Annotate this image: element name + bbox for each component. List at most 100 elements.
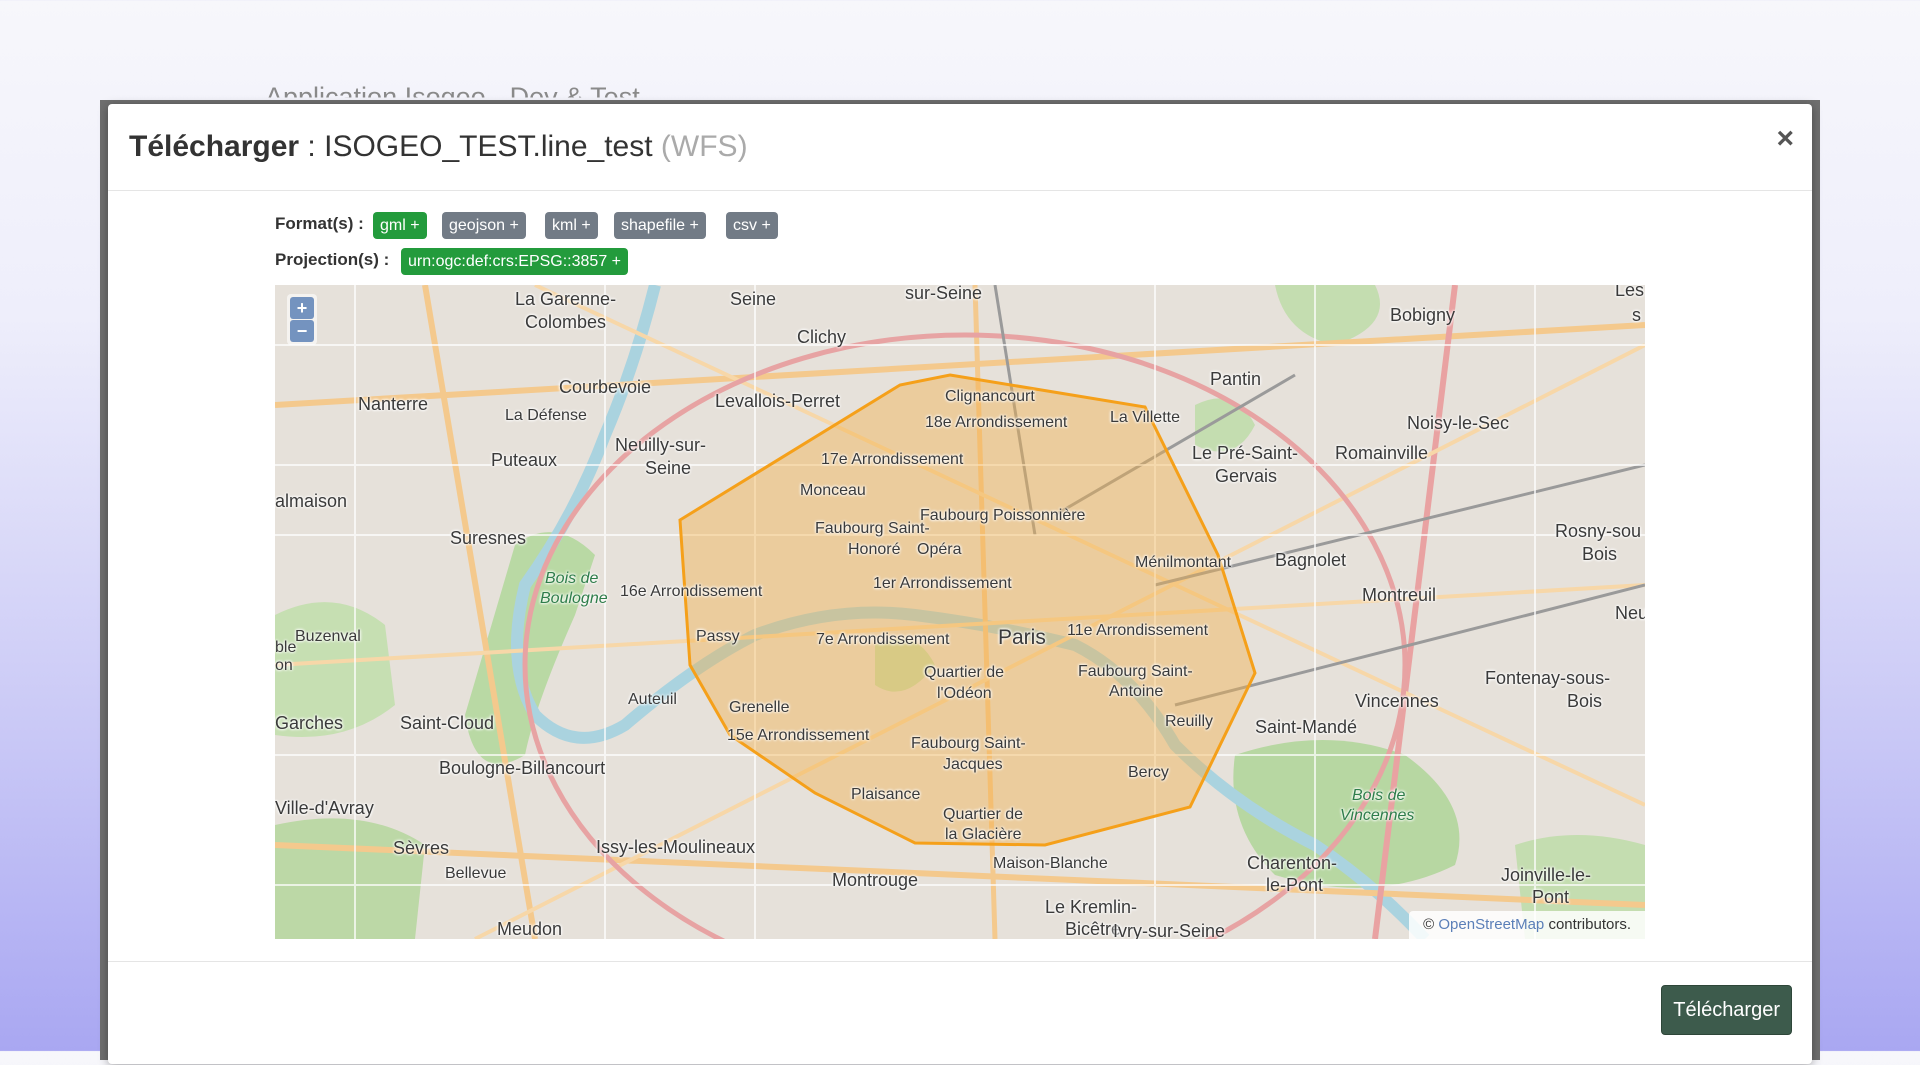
map-label: Ville-d'Avray bbox=[275, 798, 374, 818]
map-label: La Villette bbox=[1110, 409, 1180, 426]
zoom-out-button[interactable]: − bbox=[290, 320, 314, 342]
map-label: Issy-les-Moulineaux bbox=[596, 837, 756, 857]
map-label: Bois de bbox=[545, 570, 599, 587]
map-label: Nanterre bbox=[358, 394, 429, 414]
map-label: Ménilmontant bbox=[1135, 554, 1232, 571]
map-label: on bbox=[275, 657, 293, 674]
map-label: Montreuil bbox=[1362, 585, 1437, 605]
map-label: Faubourg Saint- bbox=[1078, 663, 1193, 680]
format-geojson-tag[interactable]: geojson + bbox=[442, 212, 526, 239]
projections-label: Projection(s) : bbox=[275, 250, 390, 269]
modal-title: Télécharger : ISOGEO_TEST.line_test (WFS… bbox=[129, 130, 748, 164]
modal-header: Télécharger : ISOGEO_TEST.line_test (WFS… bbox=[108, 104, 1812, 191]
download-button[interactable]: Télécharger bbox=[1661, 985, 1792, 1035]
format-shapefile-tag[interactable]: shapefile + bbox=[614, 212, 706, 239]
map-label: Vincennes bbox=[1355, 691, 1439, 711]
map-label: Auteuil bbox=[628, 691, 677, 708]
map-label: Bercy bbox=[1128, 764, 1169, 781]
format-gml-tag[interactable]: gml + bbox=[373, 212, 427, 239]
map-label: Le Pré-Saint- bbox=[1192, 443, 1299, 463]
map-label: Paris bbox=[998, 626, 1046, 649]
service-type: (WFS) bbox=[660, 130, 748, 163]
map-label: Sèvres bbox=[393, 838, 450, 858]
map-label: Vincennes bbox=[1340, 807, 1415, 824]
map-label: Clichy bbox=[797, 327, 847, 347]
map-label: Saint-Mandé bbox=[1255, 717, 1358, 737]
format-kml-tag[interactable]: kml + bbox=[545, 212, 598, 239]
map-label: Gervais bbox=[1215, 466, 1278, 486]
map-label: Puteaux bbox=[491, 450, 558, 470]
map-label: Neuilly-sur- bbox=[615, 435, 707, 455]
map-label: Rosny-sou bbox=[1555, 521, 1642, 541]
map-label: la Glacière bbox=[945, 826, 1022, 843]
map-label: Joinville-le- bbox=[1501, 865, 1592, 885]
map-label: Romainville bbox=[1335, 443, 1429, 463]
map-label: 15e Arrondissement bbox=[727, 727, 870, 744]
map-label: sur-Seine bbox=[905, 285, 983, 303]
map-label: 11e Arrondissement bbox=[1067, 622, 1209, 639]
attribution-copyright: © bbox=[1423, 916, 1435, 933]
openstreetmap-link[interactable]: OpenStreetMap bbox=[1438, 916, 1544, 933]
map-label: Pantin bbox=[1210, 369, 1262, 389]
map-label: Noisy-le-Sec bbox=[1407, 413, 1510, 433]
map-label: Ivry-sur-Seine bbox=[1113, 921, 1226, 939]
map-label: Honoré bbox=[848, 541, 901, 558]
map-label: Bois bbox=[1567, 691, 1603, 711]
map-label: Quartier de bbox=[943, 806, 1024, 823]
map-label: Seine bbox=[645, 458, 692, 478]
map-label: Pont bbox=[1532, 887, 1570, 907]
map-label: Meudon bbox=[497, 919, 563, 939]
map-label: Saint-Cloud bbox=[400, 713, 495, 733]
map-label: Buzenval bbox=[295, 628, 361, 645]
formats-label: Format(s) : bbox=[275, 214, 364, 233]
map-label: Bagnolet bbox=[1275, 550, 1347, 570]
modal-title-label: Télécharger bbox=[129, 130, 300, 163]
map-label: Les bbox=[1615, 285, 1645, 300]
attribution-suffix: contributors. bbox=[1548, 916, 1631, 933]
map-label: Passy bbox=[696, 628, 740, 645]
map-label: Bobigny bbox=[1390, 305, 1456, 325]
map-label: le-Pont bbox=[1266, 875, 1324, 895]
map-viewport[interactable]: + − sur-Seine La Garenne- Colombes Seine… bbox=[275, 285, 1645, 939]
map-label: l'Odéon bbox=[937, 685, 992, 702]
map-label: Reuilly bbox=[1165, 713, 1214, 730]
map-label: La Garenne- bbox=[515, 289, 617, 309]
map-label: Plaisance bbox=[851, 786, 921, 803]
map-label: Levallois-Perret bbox=[715, 391, 841, 411]
map-label: Grenelle bbox=[729, 699, 790, 716]
format-csv-tag[interactable]: csv + bbox=[726, 212, 778, 239]
map-label: 1er Arrondissement bbox=[873, 575, 1012, 592]
map-label: Jacques bbox=[943, 756, 1003, 773]
map-label: Bois bbox=[1582, 544, 1618, 564]
map-label: Seine bbox=[730, 289, 777, 309]
map-label: Montrouge bbox=[832, 870, 919, 890]
map-label: Quartier de bbox=[924, 664, 1005, 681]
map-label: Colombes bbox=[525, 312, 607, 332]
map-label: Bellevue bbox=[445, 865, 507, 882]
map-label: Boulogne bbox=[540, 590, 608, 607]
map-label: Antoine bbox=[1109, 683, 1164, 700]
map-label: Faubourg Poissonnière bbox=[920, 507, 1086, 524]
map-label: Garches bbox=[275, 713, 344, 733]
map-label: Maison-Blanche bbox=[993, 855, 1108, 872]
dataset-name: ISOGEO_TEST.line_test bbox=[324, 130, 653, 163]
map-label: 17e Arrondissement bbox=[821, 451, 964, 468]
map-label: Monceau bbox=[800, 482, 866, 499]
map-label: Faubourg Saint- bbox=[815, 520, 930, 537]
download-modal: Télécharger : ISOGEO_TEST.line_test (WFS… bbox=[108, 104, 1812, 1064]
close-button[interactable]: × bbox=[1776, 124, 1794, 154]
map-label: Charenton- bbox=[1247, 853, 1338, 873]
zoom-in-button[interactable]: + bbox=[290, 297, 314, 319]
map-label: Clignancourt bbox=[945, 388, 1035, 405]
map-label: Bois de bbox=[1352, 787, 1406, 804]
map-label: Fontenay-sous- bbox=[1485, 668, 1611, 688]
map-label: Opéra bbox=[917, 541, 962, 558]
modal-footer: Télécharger bbox=[108, 961, 1812, 1065]
map-label: almaison bbox=[275, 491, 348, 511]
map-label: Courbevoie bbox=[559, 377, 652, 397]
map-label: Neu bbox=[1615, 603, 1645, 623]
map-label: s bbox=[1632, 305, 1641, 325]
map-label: 7e Arrondissement bbox=[816, 631, 950, 648]
map-label: Suresnes bbox=[450, 528, 527, 548]
projection-epsg3857-tag[interactable]: urn:ogc:def:crs:EPSG::3857 + bbox=[401, 248, 629, 275]
